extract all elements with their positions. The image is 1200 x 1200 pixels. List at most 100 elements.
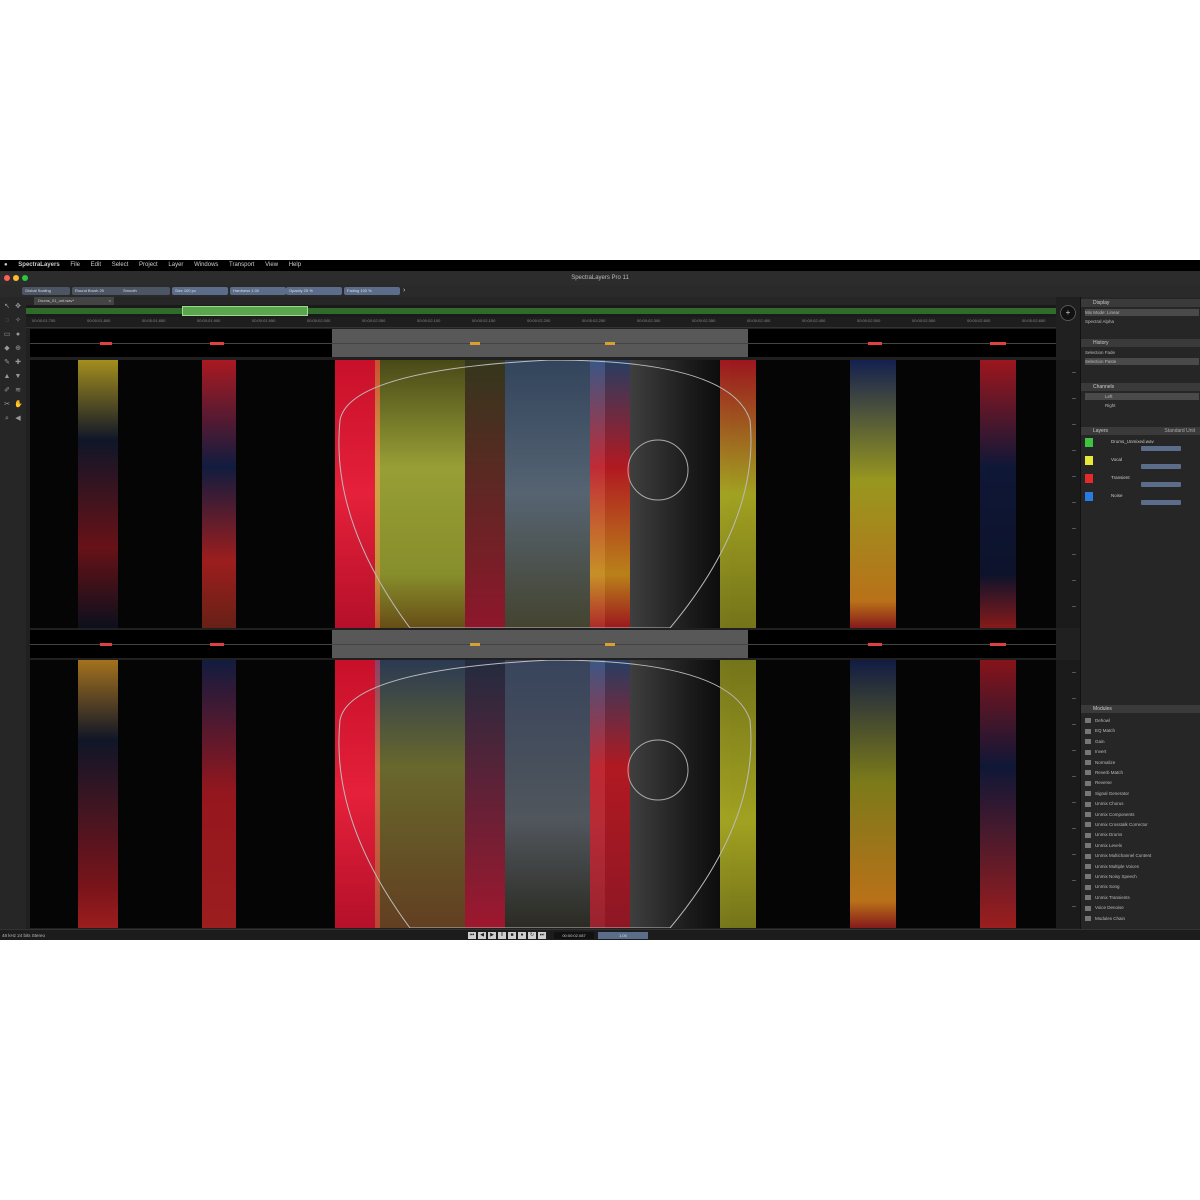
layer-gain-slider[interactable] (1141, 446, 1181, 451)
marquee-tool-icon[interactable]: ▭ (3, 331, 11, 339)
lasso-tool-icon[interactable]: ◌ (3, 317, 11, 325)
record-button[interactable]: ● (518, 932, 526, 939)
spectrogram-left-channel[interactable] (30, 360, 1056, 628)
apple-menu-icon[interactable]: ● (4, 262, 8, 268)
menu-help[interactable]: Help (289, 262, 301, 268)
pan-tool-icon[interactable]: ✋ (14, 401, 23, 409)
brush-select-tool-icon[interactable]: ● (14, 331, 22, 339)
layer-gain-slider[interactable] (1141, 464, 1181, 469)
module-item[interactable]: Reverb Match (1085, 769, 1199, 776)
channels-header[interactable]: Channels (1081, 383, 1200, 391)
module-item[interactable]: Unmix Transients (1085, 894, 1199, 901)
module-item[interactable]: Reverse (1085, 779, 1199, 786)
waveform-left[interactable] (30, 329, 1056, 357)
spectrogram-right-channel[interactable] (30, 660, 1056, 928)
file-tab[interactable]: Drums_01_unt.wav* × (34, 297, 114, 305)
layer-color-swatch (1085, 474, 1093, 483)
module-item[interactable]: Unmix Song (1085, 883, 1199, 890)
module-item[interactable]: Unmix Chorus (1085, 800, 1199, 807)
hardness-field[interactable]: Hardness 1.00 (230, 287, 286, 295)
play-button[interactable]: ▶ (488, 932, 496, 939)
ruler-tick-label: 00:00:02.150 (472, 318, 496, 323)
module-item[interactable]: Unmix Crosstalk Corrector (1085, 821, 1199, 828)
module-item[interactable]: Unmix Components (1085, 811, 1199, 818)
time-ruler[interactable]: 00:00:01.750 00:00:01.800 00:00:01.850 00:0… (26, 317, 1056, 328)
magic-wand-tool-icon[interactable]: ✧ (14, 317, 22, 325)
history-item[interactable]: Selection Fade (1085, 349, 1199, 356)
menu-windows[interactable]: Windows (194, 262, 218, 268)
layer-gain-slider[interactable] (1141, 482, 1181, 487)
menu-edit[interactable]: Edit (91, 262, 101, 268)
zoom-tool-icon[interactable]: ⌕ (3, 415, 11, 423)
layers-mode[interactable]: Standard Unit (1164, 427, 1195, 435)
menu-transport[interactable]: Transport (229, 262, 254, 268)
brush-shape-dropdown[interactable]: Round Brush 25 (72, 287, 122, 295)
menu-project[interactable]: Project (139, 262, 158, 268)
eraser-tool-icon[interactable]: ◆ (3, 345, 11, 353)
overview-navigator[interactable]: + (26, 305, 1076, 321)
frequency-tool-icon[interactable]: ≋ (14, 387, 22, 395)
module-item[interactable]: Voice Denoise (1085, 904, 1199, 911)
layer-name[interactable]: Drums_Unmixed.wav (1111, 438, 1196, 445)
menu-view[interactable]: View (265, 262, 278, 268)
display-mix-mode[interactable]: Mix Mode: Linear (1085, 309, 1199, 316)
move-tool-icon[interactable]: ↖ (3, 303, 11, 311)
layer-gain-slider[interactable] (1141, 500, 1181, 505)
speaker-tool-icon[interactable]: ◀ (14, 415, 22, 423)
layer-name[interactable]: Vocal (1111, 456, 1196, 463)
loop-button[interactable]: ↻ (528, 932, 536, 939)
module-icon (1085, 905, 1091, 911)
toolbar-more-chevron-icon[interactable]: › (400, 287, 412, 295)
draw-tool-icon[interactable]: ✐ (3, 387, 11, 395)
layer-name[interactable]: Transient (1111, 474, 1196, 481)
menu-file[interactable]: File (70, 262, 80, 268)
dampen-tool-icon[interactable]: ▼ (14, 373, 22, 381)
waveform-right[interactable] (30, 630, 1056, 658)
menu-app[interactable]: SpectraLayers (18, 262, 59, 268)
playback-zoom-field[interactable]: 1.00 (598, 932, 648, 939)
brush-size-field[interactable]: Size 100 px (172, 287, 228, 295)
hand-tool-icon[interactable]: ✥ (14, 303, 22, 311)
fading-field[interactable]: Fading 100 % (344, 287, 400, 295)
clone-tool-icon[interactable]: ⊕ (14, 345, 22, 353)
menu-select[interactable]: Select (112, 262, 129, 268)
module-item[interactable]: Modules Chain (1085, 915, 1199, 922)
stop-button[interactable]: ■ (508, 932, 516, 939)
overview-view-handle[interactable] (182, 306, 308, 316)
display-header[interactable]: Display (1081, 299, 1200, 307)
channel-left[interactable]: Left (1085, 393, 1199, 400)
rewind-button[interactable]: ⏮ (468, 932, 476, 939)
module-item[interactable]: Unmix Noisy Speech (1085, 873, 1199, 880)
global-scaling-pill[interactable]: Global Scaling (22, 287, 70, 295)
module-item[interactable]: Dehowl (1085, 717, 1199, 724)
module-item[interactable]: Unmix Drums (1085, 831, 1199, 838)
module-item[interactable]: EQ Match (1085, 727, 1199, 734)
channel-right[interactable]: Right (1085, 402, 1199, 409)
module-item[interactable]: Unmix Multiple Voices (1085, 863, 1199, 870)
fast-forward-button[interactable]: ⏭ (538, 932, 546, 939)
amplify-tool-icon[interactable]: ▲ (3, 373, 11, 381)
brush-mode-dropdown[interactable]: Smooth (120, 287, 170, 295)
history-item[interactable]: Selection Paste (1085, 358, 1199, 365)
close-tab-icon[interactable]: × (109, 297, 111, 305)
layers-header[interactable]: Layers Standard Unit (1081, 427, 1200, 435)
history-header[interactable]: History (1081, 339, 1200, 347)
module-item[interactable]: Gain (1085, 738, 1199, 745)
menu-layer[interactable]: Layer (168, 262, 183, 268)
pause-button[interactable]: ‖ (498, 932, 506, 939)
module-item[interactable]: Signal Generator (1085, 790, 1199, 797)
display-spectral-alpha[interactable]: Spectral Alpha (1085, 318, 1199, 325)
scissors-tool-icon[interactable]: ✂ (3, 401, 11, 409)
modules-header[interactable]: Modules (1081, 705, 1200, 713)
opacity-field[interactable]: Opacity 25 % (286, 287, 342, 295)
module-item[interactable]: Normalize (1085, 759, 1199, 766)
time-display[interactable]: 00:00:02.087 (554, 932, 594, 939)
zoom-navigator-icon[interactable]: + (1060, 305, 1076, 321)
module-item[interactable]: Unmix Levels (1085, 842, 1199, 849)
step-back-button[interactable]: ◀ (478, 932, 486, 939)
heal-tool-icon[interactable]: ✚ (14, 359, 22, 367)
pencil-tool-icon[interactable]: ✎ (3, 359, 11, 367)
module-item[interactable]: Invert (1085, 748, 1199, 755)
module-item[interactable]: Unmix Multichannel Content (1085, 852, 1199, 859)
layer-name[interactable]: Noise (1111, 492, 1196, 499)
